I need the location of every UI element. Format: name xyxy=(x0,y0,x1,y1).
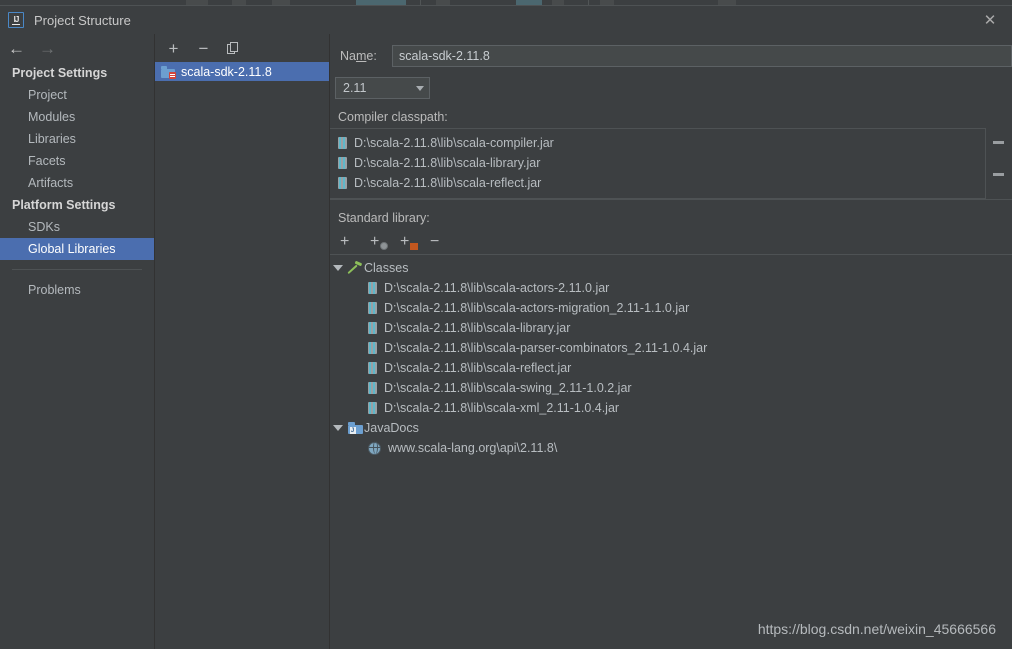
tree-node-classes[interactable]: Classes xyxy=(330,258,1012,278)
sidebar-item-artifacts[interactable]: Artifacts xyxy=(0,172,154,194)
compiler-classpath-list: D:\scala-2.11.8\lib\scala-compiler.jar D… xyxy=(330,128,1012,199)
intellij-idea-icon: IJ xyxy=(8,12,24,28)
project-structure-dialog: IJ Project Structure ✕ ← → Project Setti… xyxy=(0,5,1012,649)
add-javadoc-url-plus: + xyxy=(370,232,380,250)
close-icon[interactable]: ✕ xyxy=(968,6,1012,34)
table-row-label: D:\scala-2.11.8\lib\scala-library.jar xyxy=(354,156,541,170)
name-row: Name: xyxy=(330,34,1012,67)
tree-leaf-label: D:\scala-2.11.8\lib\scala-xml_2.11-1.0.4… xyxy=(384,401,620,415)
list-item-label: scala-sdk-2.11.8 xyxy=(181,64,272,79)
standard-library-tree: Classes D:\scala-2.11.8\lib\scala-actors… xyxy=(330,255,1012,458)
chevron-down-icon[interactable] xyxy=(330,425,346,431)
tree-leaf[interactable]: D:\scala-2.11.8\lib\scala-library.jar xyxy=(330,318,1012,338)
globe-icon xyxy=(367,441,381,455)
sidebar-item-libraries[interactable]: Libraries xyxy=(0,128,154,150)
forward-arrow-icon[interactable]: → xyxy=(39,40,56,57)
jar-file-icon xyxy=(368,282,377,294)
sidebar-item-project[interactable]: Project xyxy=(0,84,154,106)
sidebar-divider xyxy=(12,269,142,270)
jar-file-icon xyxy=(368,342,377,354)
dialog-titlebar: IJ Project Structure ✕ xyxy=(0,6,1012,34)
libraries-list-panel: + − scala-sdk-2.11.8 xyxy=(155,34,330,649)
compiler-classpath-wrap: D:\scala-2.11.8\lib\scala-compiler.jar D… xyxy=(330,128,1012,199)
nav-history-controls: ← → xyxy=(0,34,154,62)
remove-icon[interactable]: − xyxy=(430,233,448,250)
classpath-add-icon[interactable] xyxy=(993,141,1004,144)
jar-file-icon xyxy=(368,302,377,314)
orange-badge-icon xyxy=(410,242,418,250)
table-row-label: D:\scala-2.11.8\lib\scala-reflect.jar xyxy=(354,176,542,190)
name-input[interactable] xyxy=(392,45,1012,67)
dialog-body: ← → Project Settings Project Modules Lib… xyxy=(0,34,1012,649)
tree-leaf-label: D:\scala-2.11.8\lib\scala-actors-2.11.0.… xyxy=(384,281,610,295)
tree-node-label: Classes xyxy=(364,261,409,275)
javadoc-folder-icon: J xyxy=(346,422,364,434)
tree-leaf-label: D:\scala-2.11.8\lib\scala-swing_2.11-1.0… xyxy=(384,381,632,395)
tree-leaf[interactable]: D:\scala-2.11.8\lib\scala-swing_2.11-1.0… xyxy=(330,378,1012,398)
tree-leaf[interactable]: D:\scala-2.11.8\lib\scala-actors-2.11.0.… xyxy=(330,278,1012,298)
classpath-remove-icon[interactable] xyxy=(993,173,1004,176)
classpath-side-buttons xyxy=(985,128,1012,199)
jar-file-icon xyxy=(338,157,347,169)
standard-library-toolbar: + + + − xyxy=(330,229,1012,255)
tree-leaf-label: D:\scala-2.11.8\lib\scala-actors-migrati… xyxy=(384,301,690,315)
sidebar-item-global-libraries[interactable]: Global Libraries xyxy=(0,238,154,260)
back-arrow-icon[interactable]: ← xyxy=(8,40,25,57)
tree-leaf[interactable]: D:\scala-2.11.8\lib\scala-xml_2.11-1.0.4… xyxy=(330,398,1012,418)
add-library-icon[interactable]: + xyxy=(165,40,182,57)
sidebar-item-problems[interactable]: Problems xyxy=(0,279,154,301)
globe-badge-icon xyxy=(380,241,388,250)
jar-file-icon xyxy=(338,137,347,149)
language-level-select[interactable]: 2.11 xyxy=(335,77,430,99)
tree-leaf-label: www.scala-lang.org\api\2.11.8\ xyxy=(388,441,558,455)
chevron-down-icon xyxy=(416,85,424,91)
table-row[interactable]: D:\scala-2.11.8\lib\scala-reflect.jar xyxy=(330,173,1012,193)
sidebar-group-platform-settings: Platform Settings xyxy=(12,198,116,212)
jar-file-icon xyxy=(368,362,377,374)
copy-library-icon[interactable] xyxy=(225,40,242,57)
dialog-title: Project Structure xyxy=(34,12,131,28)
sidebar-item-modules[interactable]: Modules xyxy=(0,106,154,128)
add-attachment-icon[interactable]: + xyxy=(400,232,418,250)
tree-leaf-label: D:\scala-2.11.8\lib\scala-parser-combina… xyxy=(384,341,708,355)
add-icon[interactable]: + xyxy=(340,233,358,250)
jar-file-icon xyxy=(338,177,347,189)
tree-leaf-label: D:\scala-2.11.8\lib\scala-reflect.jar xyxy=(384,361,572,375)
libraries-toolbar: + − xyxy=(155,34,329,62)
tree-leaf[interactable]: D:\scala-2.11.8\lib\scala-actors-migrati… xyxy=(330,298,1012,318)
jar-file-icon xyxy=(368,382,377,394)
project-structure-screen: IJ Project Structure ✕ ← → Project Setti… xyxy=(0,0,1012,649)
add-javadoc-url-icon[interactable]: + xyxy=(370,232,388,250)
tree-leaf-label: D:\scala-2.11.8\lib\scala-library.jar xyxy=(384,321,571,335)
compiler-classpath-label: Compiler classpath: xyxy=(338,110,448,124)
sdk-detail-panel: Name: 2.11 Compiler classpath: D:\scala-… xyxy=(330,34,1012,649)
jar-file-icon xyxy=(368,402,377,414)
language-level-row: 2.11 xyxy=(330,67,1012,99)
tree-leaf[interactable]: www.scala-lang.org\api\2.11.8\ xyxy=(330,438,1012,458)
sidebar-item-sdks[interactable]: SDKs xyxy=(0,216,154,238)
table-row-label: D:\scala-2.11.8\lib\scala-compiler.jar xyxy=(354,136,554,150)
standard-library-label: Standard library: xyxy=(330,199,1012,229)
tree-node-javadocs[interactable]: J JavaDocs xyxy=(330,418,1012,438)
tree-leaf[interactable]: D:\scala-2.11.8\lib\scala-parser-combina… xyxy=(330,338,1012,358)
watermark-text: https://blog.csdn.net/weixin_45666566 xyxy=(757,621,996,637)
jar-file-icon xyxy=(368,322,377,334)
list-item[interactable]: scala-sdk-2.11.8 xyxy=(155,62,329,81)
table-row[interactable]: D:\scala-2.11.8\lib\scala-library.jar xyxy=(330,153,1012,173)
name-field-label: Name: xyxy=(340,49,377,63)
table-row[interactable]: D:\scala-2.11.8\lib\scala-compiler.jar xyxy=(330,133,1012,153)
tree-node-label: JavaDocs xyxy=(364,421,419,435)
scala-sdk-folder-icon xyxy=(161,65,176,79)
hammer-icon xyxy=(346,260,364,275)
settings-sidebar: ← → Project Settings Project Modules Lib… xyxy=(0,34,155,649)
add-attachment-plus: + xyxy=(400,232,410,250)
chevron-down-icon[interactable] xyxy=(330,265,346,271)
tree-leaf[interactable]: D:\scala-2.11.8\lib\scala-reflect.jar xyxy=(330,358,1012,378)
remove-library-icon[interactable]: − xyxy=(195,40,212,57)
language-level-value: 2.11 xyxy=(343,81,367,95)
sidebar-item-facets[interactable]: Facets xyxy=(0,150,154,172)
sidebar-group-project-settings: Project Settings xyxy=(12,66,108,80)
